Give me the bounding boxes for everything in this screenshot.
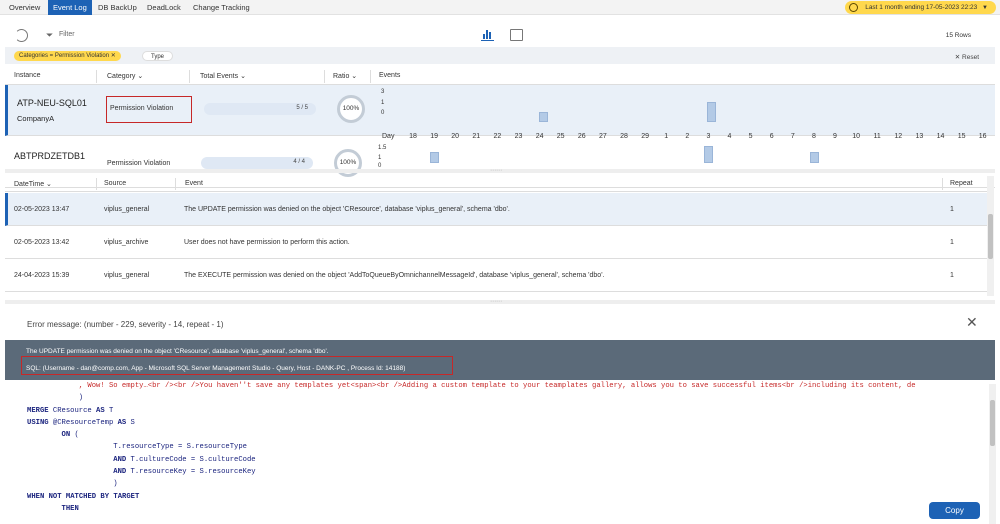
col-total-events[interactable]: Total Events ⌄: [200, 72, 246, 80]
event-detail-pane: Error message: (number - 229, severity -…: [5, 306, 995, 524]
col-datetime[interactable]: DateTime ⌄: [14, 180, 52, 188]
reset-button[interactable]: ✕ Reset: [955, 53, 979, 61]
category-filter-chip[interactable]: Categories = Permission Violation ✕: [14, 51, 121, 61]
detail-scrollbar[interactable]: [989, 384, 996, 524]
code-line: ON (: [61, 431, 79, 440]
event-cell: The EXECUTE permission was denied on the…: [184, 272, 605, 279]
tab-event-log[interactable]: Event Log: [48, 0, 92, 15]
instance-grid-header: Instance Category ⌄ Total Events ⌄ Ratio…: [5, 68, 995, 85]
top-nav: Overview Event Log DB BackUp DeadLock Ch…: [0, 0, 1000, 15]
total-events-value: 5 / 5: [296, 105, 308, 111]
event-bar[interactable]: [707, 102, 717, 122]
y-tick: 1: [381, 100, 385, 106]
source-cell: viplus_archive: [104, 239, 149, 246]
copy-button[interactable]: Copy: [929, 502, 980, 519]
company-name: CompanyA: [17, 114, 55, 123]
close-icon: ✕: [954, 54, 963, 61]
instance-name: ABTPRDZETDB1: [14, 151, 86, 161]
date-range-picker[interactable]: Last 1 month ending 17-05-2023 22:23 ▼: [845, 1, 996, 14]
category-value: Permission Violation: [110, 105, 174, 112]
tab-db-backup[interactable]: DB BackUp: [93, 0, 142, 15]
col-ratio[interactable]: Ratio ⌄: [333, 72, 357, 80]
event-grid-header: DateTime ⌄ Source Event Repeat: [5, 176, 987, 192]
error-message: Error message: (number - 229, severity -…: [27, 320, 224, 329]
document-view-icon[interactable]: [510, 29, 523, 41]
col-category[interactable]: Category ⌄: [107, 72, 143, 80]
highlight-box: [21, 356, 453, 375]
datetime-cell: 24-04-2023 15:39: [14, 272, 70, 279]
datetime-cell: 02-05-2023 13:47: [14, 206, 70, 213]
row-count: 15 Rows: [945, 32, 971, 39]
repeat-cell: 1: [950, 272, 954, 279]
clock-icon: [849, 3, 859, 12]
repeat-cell: 1: [950, 239, 954, 246]
code-line: WHEN NOT MATCHED BY TARGET: [27, 492, 140, 501]
filter-chips-bar: Categories = Permission Violation ✕ Type…: [5, 47, 995, 64]
col-event[interactable]: Event: [185, 180, 203, 187]
ratio-gauge: 100%: [337, 95, 365, 123]
instance-name: ATP-NEU-SQL01: [17, 98, 87, 108]
type-filter-chip[interactable]: Type: [142, 51, 174, 61]
code-line: USING @CResourceTemp AS S: [27, 418, 135, 427]
instance-grid: Instance Category ⌄ Total Events ⌄ Ratio…: [5, 68, 1000, 188]
total-events-value: 4 / 4: [293, 159, 305, 165]
code-line: , Wow! So empty…<br /><br />You haven''t…: [27, 382, 916, 390]
event-grid-scrollbar[interactable]: [987, 176, 994, 296]
y-tick: 0: [381, 110, 385, 116]
table-row[interactable]: 02-05-2023 13:42 viplus_archive User doe…: [5, 226, 987, 259]
total-events-bar: 5 / 5: [204, 103, 316, 115]
col-source[interactable]: Source: [104, 180, 126, 187]
chart-view-icon[interactable]: [481, 29, 494, 41]
event-bar[interactable]: [704, 146, 714, 163]
y-tick: 1.5: [378, 145, 387, 151]
event-bar[interactable]: [538, 112, 548, 122]
tab-deadlock[interactable]: DeadLock: [142, 0, 186, 15]
history-icon[interactable]: [15, 29, 28, 42]
table-row[interactable]: 02-05-2023 13:47 viplus_general The UPDA…: [5, 193, 987, 226]
repeat-cell: 1: [950, 206, 954, 213]
total-events-bar: 4 / 4: [201, 157, 313, 169]
code-line: THEN: [61, 504, 79, 513]
remove-chip-icon[interactable]: ✕: [111, 53, 116, 59]
y-tick: 1: [378, 155, 382, 161]
y-tick: 3: [381, 89, 385, 95]
tab-change-tracking[interactable]: Change Tracking: [188, 0, 255, 15]
splitter-handle[interactable]: ⋯⋯: [5, 168, 995, 174]
col-instance[interactable]: Instance: [14, 72, 40, 79]
event-bar[interactable]: [430, 151, 440, 163]
code-line: MERGE CResource AS T: [27, 406, 114, 415]
code-line: T.resourceType = S.resourceType: [27, 443, 247, 452]
table-row[interactable]: 24-04-2023 15:39 viplus_general The EXEC…: [5, 259, 987, 292]
col-repeat[interactable]: Repeat: [950, 180, 973, 187]
filter-icon[interactable]: ⏷: [46, 30, 53, 41]
source-cell: viplus_general: [104, 206, 150, 213]
datetime-cell: 02-05-2023 13:42: [14, 239, 70, 246]
close-icon[interactable]: ✕: [966, 314, 978, 331]
code-line: AND T.cultureCode = S.cultureCode: [113, 455, 256, 464]
event-bar[interactable]: [809, 151, 819, 163]
category-chip-label: Categories = Permission Violation: [19, 53, 110, 59]
code-line: ): [27, 394, 84, 403]
col-events: Events: [379, 72, 401, 79]
filter-label[interactable]: Filter: [59, 31, 75, 38]
date-range-label: Last 1 month ending 17-05-2023 22:23: [865, 4, 978, 11]
splitter-handle[interactable]: ⋯⋯: [5, 299, 995, 305]
event-grid: DateTime ⌄ Source Event Repeat 02-05-202…: [5, 176, 987, 296]
tab-overview[interactable]: Overview: [4, 0, 45, 15]
category-value: Permission Violation: [107, 160, 171, 167]
event-cell: User does not have permission to perform…: [184, 239, 350, 246]
day-tick: 17: [995, 133, 1000, 140]
instance-row[interactable]: ATP-NEU-SQL01 CompanyA Permission Violat…: [5, 85, 1000, 140]
event-description: The UPDATE permission was denied on the …: [26, 348, 329, 355]
code-line: AND T.resourceKey = S.resourceKey: [113, 468, 256, 477]
toolbar: ⏷ Filter 15 Rows: [0, 24, 1000, 46]
chevron-down-icon: ▼: [982, 5, 988, 11]
source-cell: viplus_general: [104, 272, 150, 279]
sql-code-view: , Wow! So empty…<br /><br />You haven''t…: [27, 380, 993, 524]
reset-label: Reset: [962, 54, 979, 61]
event-cell: The UPDATE permission was denied on the …: [184, 206, 510, 213]
code-line: ): [27, 480, 118, 489]
